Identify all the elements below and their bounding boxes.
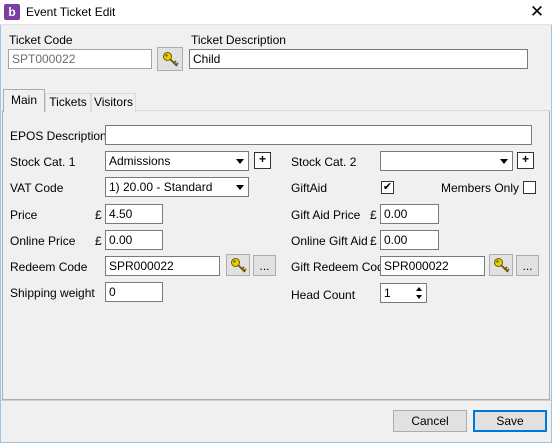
chevron-down-icon: [232, 179, 247, 195]
stock-cat1-value: Admissions: [109, 154, 171, 168]
key-icon: [231, 258, 247, 273]
ticket-code-label: Ticket Code: [9, 33, 73, 47]
vat-code-select[interactable]: 1) 20.00 - Standard: [105, 177, 249, 197]
window-title: Event Ticket Edit: [26, 5, 116, 19]
head-count-label: Head Count: [291, 288, 356, 302]
close-icon[interactable]: ✕: [526, 1, 548, 23]
online-gift-aid-currency: £: [370, 234, 377, 248]
gift-redeem-code-label: Gift Redeem Code: [291, 260, 391, 274]
key-icon: [494, 258, 510, 273]
ticket-description-field[interactable]: Child: [189, 49, 528, 69]
title-bar: b Event Ticket Edit ✕: [0, 0, 552, 25]
giftaid-checkbox[interactable]: ✔: [381, 181, 394, 194]
gift-aid-price-field[interactable]: 0.00: [380, 204, 439, 224]
cancel-button[interactable]: Cancel: [393, 410, 467, 432]
gift-aid-price-currency: £: [370, 208, 377, 222]
price-currency: £: [95, 208, 102, 222]
footer-divider: [1, 400, 551, 401]
spin-up-icon[interactable]: [413, 285, 425, 293]
chevron-down-icon: [232, 153, 247, 169]
key-icon: [163, 52, 179, 67]
epos-description-label: EPOS Description: [10, 129, 107, 143]
redeem-code-field[interactable]: SPR000022: [105, 256, 220, 276]
stock-cat1-select[interactable]: Admissions: [105, 151, 249, 171]
gift-redeem-code-lookup-button[interactable]: [489, 254, 513, 276]
members-only-label: Members Only: [441, 181, 520, 195]
vat-code-label: VAT Code: [10, 181, 64, 195]
tab-visitors[interactable]: Visitors: [91, 93, 136, 112]
shipping-weight-label: Shipping weight: [10, 286, 95, 300]
shipping-weight-field[interactable]: 0: [105, 282, 163, 302]
stock-cat1-add-button[interactable]: +: [254, 152, 271, 169]
epos-description-field[interactable]: [105, 125, 532, 145]
price-label: Price: [10, 208, 38, 222]
tab-tickets[interactable]: Tickets: [45, 93, 91, 112]
online-price-label: Online Price: [10, 234, 76, 248]
members-only-checkbox[interactable]: [523, 181, 536, 194]
ticket-code-lookup-button[interactable]: [157, 47, 183, 71]
price-field[interactable]: 4.50: [105, 204, 163, 224]
save-button[interactable]: Save: [473, 410, 547, 432]
head-count-value: 1: [384, 286, 391, 300]
giftaid-label: GiftAid: [291, 181, 328, 195]
tab-main[interactable]: Main: [3, 89, 45, 112]
online-price-field[interactable]: 0.00: [105, 230, 163, 250]
stock-cat2-label: Stock Cat. 2: [291, 155, 357, 169]
gift-redeem-code-field[interactable]: SPR000022: [380, 256, 485, 276]
stock-cat2-add-button[interactable]: +: [517, 152, 534, 169]
gift-redeem-code-browse-button[interactable]: ...: [516, 255, 539, 276]
ticket-code-field[interactable]: SPT000022: [8, 49, 152, 69]
vat-code-value: 1) 20.00 - Standard: [109, 180, 213, 194]
stock-cat1-label: Stock Cat. 1: [10, 155, 76, 169]
redeem-code-lookup-button[interactable]: [226, 254, 250, 276]
online-gift-aid-label: Online Gift Aid: [291, 234, 368, 248]
redeem-code-browse-button[interactable]: ...: [253, 255, 276, 276]
redeem-code-label: Redeem Code: [10, 260, 88, 274]
chevron-down-icon: [496, 153, 511, 169]
spin-down-icon[interactable]: [413, 293, 425, 301]
head-count-stepper[interactable]: 1: [380, 283, 427, 303]
gift-aid-price-label: Gift Aid Price: [291, 208, 361, 222]
online-gift-aid-field[interactable]: 0.00: [380, 230, 439, 250]
stock-cat2-select[interactable]: [380, 151, 513, 171]
ticket-description-label: Ticket Description: [191, 33, 286, 47]
checkmark-icon: ✔: [382, 181, 393, 193]
online-price-currency: £: [95, 234, 102, 248]
app-icon: b: [4, 4, 20, 20]
